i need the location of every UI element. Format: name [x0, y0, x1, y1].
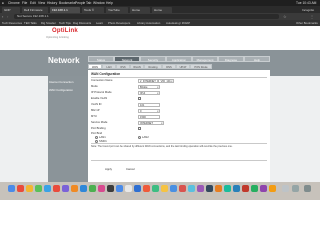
app-icon[interactable]: [17, 185, 24, 192]
subtab-lan[interactable]: LAN: [102, 64, 116, 69]
app-icon[interactable]: [260, 185, 267, 192]
app-icon[interactable]: [143, 185, 150, 192]
address-input[interactable]: Not Secure 192.168.1.1: [14, 14, 279, 19]
label-connection-name: Connection Name: [91, 79, 113, 82]
app-icon[interactable]: [170, 185, 177, 192]
subtab-dns[interactable]: DNS: [162, 64, 176, 69]
app-icon[interactable]: [116, 185, 123, 192]
checkbox-enable-vlan[interactable]: [138, 97, 141, 100]
select-service-mode[interactable]: INTERNET: [138, 121, 164, 125]
subtab-pon-route[interactable]: PON Route: [190, 64, 212, 69]
app-icon[interactable]: [107, 185, 114, 192]
finder-icon[interactable]: [8, 185, 15, 192]
tab-application[interactable]: Application: [166, 56, 192, 62]
radio-lan1[interactable]: [95, 136, 98, 139]
divider: [91, 160, 267, 161]
trash-icon[interactable]: [304, 185, 311, 192]
app-icon[interactable]: [215, 185, 222, 192]
menu-dots-icon[interactable]: ⋮: [310, 14, 314, 19]
back-icon[interactable]: ‹: [2, 14, 3, 19]
brand-tagline: Optimizing & linking: [46, 36, 69, 39]
subtab-wlan[interactable]: WLAN: [130, 64, 144, 69]
section-title: Network: [48, 56, 80, 65]
forward-icon[interactable]: ›: [7, 14, 8, 19]
label-port-bind: Port Bind: [91, 132, 103, 135]
app-icon[interactable]: [233, 185, 240, 192]
app-icon[interactable]: [161, 185, 168, 192]
address-bar-row: ‹ › Not Secure 192.168.1.1 ☆ ⋮: [0, 13, 320, 20]
label-vlan-id: VLAN ID: [91, 103, 102, 106]
port-label: LAN2: [142, 136, 149, 139]
checkbox-port-binding[interactable]: [138, 127, 141, 130]
star-icon[interactable]: ☆: [283, 14, 287, 19]
tab-security[interactable]: Security: [140, 56, 166, 62]
browser-tabstrip: GDP Dell Firmware 192.168.1.1 Tools © Yo…: [0, 6, 320, 13]
divider: [91, 77, 267, 78]
app-icon[interactable]: [197, 185, 204, 192]
config-panel: [88, 70, 270, 182]
app-icon[interactable]: [188, 185, 195, 192]
app-icon[interactable]: [53, 185, 60, 192]
app-icon[interactable]: [26, 185, 33, 192]
subtab-upnp[interactable]: UPnP: [176, 64, 190, 69]
panel-title: WAN Configuration: [91, 72, 121, 76]
brand-logo: OptiLink: [52, 28, 78, 34]
tab-status[interactable]: Status: [88, 56, 114, 62]
subtab-wan[interactable]: WAN: [88, 64, 102, 69]
app-icon[interactable]: [152, 185, 159, 192]
folder-icon[interactable]: [292, 185, 299, 192]
app-icon[interactable]: [62, 185, 69, 192]
label-enable-vlan: Enable VLAN: [91, 97, 108, 100]
divider: [91, 143, 267, 144]
select-mode[interactable]: Bridge: [138, 85, 160, 89]
folder-icon[interactable]: [282, 185, 289, 192]
label-port-binding: Port Binding: [91, 127, 106, 130]
main-nav: Status Network Security Application Mana…: [88, 56, 270, 63]
label-ip-protocol: IP Protocol Mode: [91, 91, 112, 94]
select-8021p[interactable]: 0: [138, 109, 160, 113]
radio-lan2[interactable]: [138, 136, 141, 139]
select-connection-name[interactable]: 2_INTERNET_R_VID_101: [138, 79, 174, 83]
tab-help[interactable]: Help: [244, 56, 270, 62]
left-menu-item[interactable]: Internet Connection: [49, 80, 73, 84]
label-service-mode: Service Mode: [91, 121, 108, 124]
subtab-ipv6[interactable]: IPv6: [116, 64, 130, 69]
input-mtu[interactable]: 1500: [138, 115, 160, 119]
apply-button[interactable]: Apply: [105, 167, 112, 171]
app-icon[interactable]: [179, 185, 186, 192]
app-icon[interactable]: [71, 185, 78, 192]
select-ip-protocol[interactable]: IPv4: [138, 91, 160, 95]
tab-management[interactable]: Management: [192, 56, 218, 62]
input-vlan-id[interactable]: 101: [138, 103, 160, 107]
app-icon[interactable]: [80, 185, 87, 192]
subtab-routing[interactable]: Routing: [144, 64, 162, 69]
app-icon[interactable]: [35, 185, 42, 192]
label-mtu: MTU: [91, 115, 97, 118]
label-8021p: 802.1P: [91, 109, 100, 112]
tab-network[interactable]: Network: [114, 56, 140, 62]
label-mode: Mode: [91, 85, 98, 88]
app-icon[interactable]: [224, 185, 231, 192]
binding-note: Note: The bound port can be shared by di…: [91, 145, 233, 148]
app-icon[interactable]: [251, 185, 258, 192]
tab-diagnose[interactable]: Diagnose: [218, 56, 244, 62]
app-icon[interactable]: [206, 185, 213, 192]
app-icon[interactable]: [89, 185, 96, 192]
cancel-button[interactable]: Cancel: [126, 167, 135, 171]
app-icon[interactable]: [98, 185, 105, 192]
left-menu: Internet Connection WAN Configuration: [48, 76, 88, 182]
app-icon[interactable]: [269, 185, 276, 192]
port-label: LAN1: [99, 136, 106, 139]
app-icon[interactable]: [44, 185, 51, 192]
left-menu-item[interactable]: WAN Configuration: [49, 88, 73, 92]
app-icon[interactable]: [242, 185, 249, 192]
app-icon[interactable]: [125, 185, 132, 192]
app-icon[interactable]: [134, 185, 141, 192]
